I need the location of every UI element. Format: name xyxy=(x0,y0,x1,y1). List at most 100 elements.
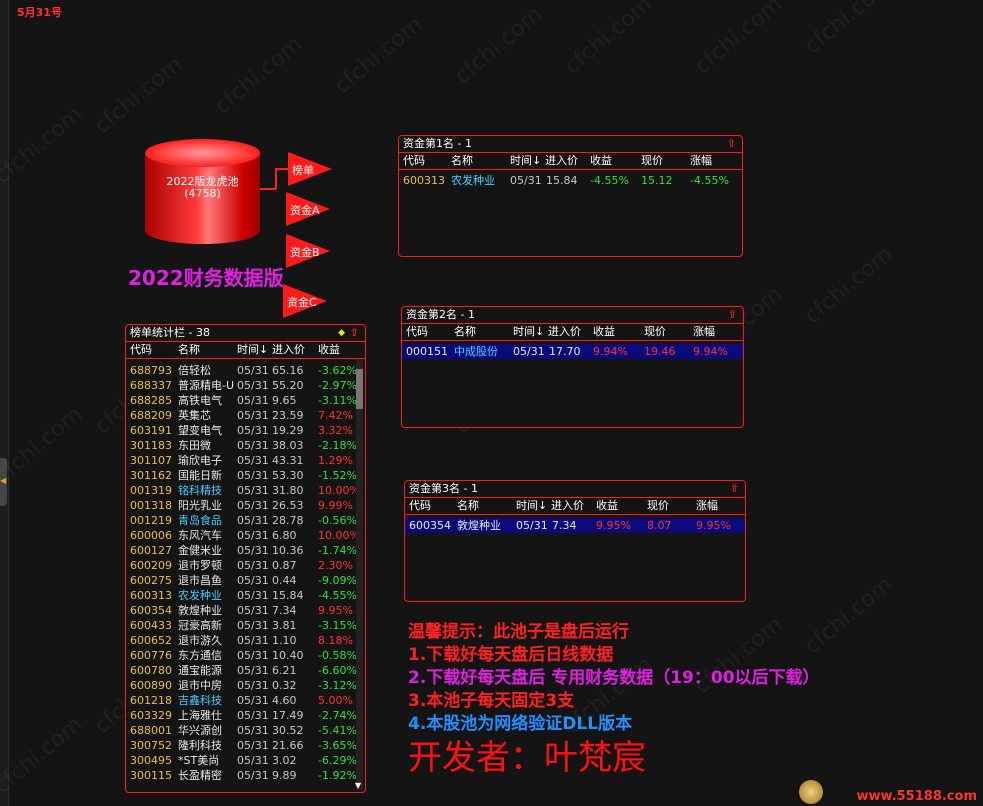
table-row[interactable]: 603191 望变电气 05/31 19.29 3.32% xyxy=(126,423,365,438)
col-time[interactable]: 时间↓ xyxy=(516,498,547,514)
col-change[interactable]: 涨幅 xyxy=(693,324,715,340)
stock-name: 退市昌鱼 xyxy=(178,574,222,587)
col-name[interactable]: 名称 xyxy=(457,498,479,514)
pool-cylinder[interactable]: 2022版龙虎池 (4758) xyxy=(145,139,260,244)
table-row[interactable]: 300495 *ST美尚 05/31 3.02 -6.29% xyxy=(126,753,365,768)
tip-heading: 温馨提示：此池子是盘后运行 xyxy=(408,622,629,642)
stock-name: 普源精电-U xyxy=(178,379,235,392)
table-row[interactable]: 600780 通宝能源 05/31 6.21 -6.60% xyxy=(126,663,365,678)
table-row[interactable]: 600275 退市昌鱼 05/31 0.44 -9.09% xyxy=(126,573,365,588)
entry-time: 05/31 xyxy=(237,679,269,692)
col-price[interactable]: 进入价 xyxy=(272,342,305,358)
stock-code: 600006 xyxy=(130,529,172,542)
table-row[interactable]: 001219 青岛食品 05/31 28.78 -0.56% xyxy=(126,513,365,528)
table-row[interactable]: 600354 敦煌种业 05/31 7.34 9.95% xyxy=(126,603,365,618)
entry-time: 05/31 xyxy=(237,664,269,677)
col-now[interactable]: 现价 xyxy=(647,498,669,514)
col-code[interactable]: 代码 xyxy=(130,342,152,358)
table-row[interactable]: 600127 金健米业 05/31 10.36 -1.74% xyxy=(126,543,365,558)
tip-2: 2.下载好每天盘后 专用财务数据（19：00以后下载） xyxy=(408,668,820,688)
entry-price: 55.20 xyxy=(272,379,304,392)
table-row[interactable]: 601218 吉鑫科技 05/31 4.60 5.00% xyxy=(126,693,365,708)
table-row[interactable]: 300115 长盈精密 05/31 9.89 -1.92% xyxy=(126,768,365,783)
scrollbar-thumb[interactable] xyxy=(356,369,363,409)
up-arrow-icon[interactable]: ⇧ xyxy=(730,481,739,497)
table-row[interactable]: 688793 倍轻松 05/31 65.16 -3.62% xyxy=(126,363,365,378)
table-row[interactable]: 688337 普源精电-U 05/31 55.20 -2.97% xyxy=(126,378,365,393)
up-arrow-icon[interactable]: ⇧ xyxy=(350,325,359,341)
stock-name: 华兴源创 xyxy=(178,724,222,737)
up-arrow-icon[interactable]: ⇧ xyxy=(728,307,737,323)
flag-fund-a[interactable]: 资金A xyxy=(286,192,330,226)
col-name[interactable]: 名称 xyxy=(178,342,200,358)
table-row[interactable]: 688285 高铁电气 05/31 9.65 -3.11% xyxy=(126,393,365,408)
table-row[interactable]: 001319 铭科精技 05/31 31.80 10.00% xyxy=(126,483,365,498)
col-time[interactable]: 时间↓ xyxy=(513,324,544,340)
entry-time: 05/31 xyxy=(237,604,269,617)
ranking-panel[interactable]: 榜单统计栏 - 38 ◆ ⇧ 代码 名称 时间↓ 进入价 收益 688793 倍轻… xyxy=(125,324,366,793)
table-row[interactable]: 301183 东田微 05/31 38.03 -2.18% xyxy=(126,438,365,453)
stock-code: 603191 xyxy=(130,424,172,437)
entry-price: 31.80 xyxy=(272,484,304,497)
return-value: 9.99% xyxy=(318,499,353,512)
ranking-scrollbar[interactable]: ▼ xyxy=(355,359,363,790)
col-name[interactable]: 名称 xyxy=(454,324,476,340)
fund-panel-3[interactable]: 资金第3名 - 1 ⇧ 代码 名称 时间↓ 进入价 收益 现价 涨幅 60035… xyxy=(404,480,746,602)
return-value: -6.60% xyxy=(318,664,357,677)
col-time[interactable]: 时间↓ xyxy=(510,153,541,169)
col-change[interactable]: 涨幅 xyxy=(690,153,712,169)
fund-panel-2[interactable]: 资金第2名 - 1 ⇧ 代码 名称 时间↓ 进入价 收益 现价 涨幅 00015… xyxy=(401,306,744,428)
col-name[interactable]: 名称 xyxy=(451,153,473,169)
table-row[interactable]: 600776 东方通信 05/31 10.40 -0.58% xyxy=(126,648,365,663)
table-row[interactable]: 603329 上海雅仕 05/31 17.49 -2.74% xyxy=(126,708,365,723)
up-arrow-icon[interactable]: ⇧ xyxy=(727,136,736,152)
col-time[interactable]: 时间↓ xyxy=(237,342,268,358)
fund-panel-3-row[interactable]: 600354 敦煌种业 05/31 7.34 9.95% 8.07 9.95% xyxy=(405,518,745,533)
side-collapse-tab[interactable]: ◀ xyxy=(0,458,7,506)
entry-price: 43.31 xyxy=(272,454,304,467)
stock-code: 688001 xyxy=(130,724,172,737)
col-return[interactable]: 收益 xyxy=(590,153,612,169)
return-value: 3.32% xyxy=(318,424,353,437)
flag-fund-b[interactable]: 资金B xyxy=(286,234,330,268)
col-return[interactable]: 收益 xyxy=(593,324,615,340)
entry-price: 15.84 xyxy=(272,589,304,602)
table-row[interactable]: 600890 退市中房 05/31 0.32 -3.12% xyxy=(126,678,365,693)
table-row[interactable]: 300752 隆利科技 05/31 21.66 -3.65% xyxy=(126,738,365,753)
flag-ranking[interactable]: 榜单 xyxy=(288,152,332,186)
table-row[interactable]: 688209 英集芯 05/31 23.59 7.42% xyxy=(126,408,365,423)
table-row[interactable]: 600652 退市游久 05/31 1.10 8.18% xyxy=(126,633,365,648)
return-value: 10.00% xyxy=(318,484,360,497)
fund-panel-1[interactable]: 资金第1名 - 1 ⇧ 代码 名称 时间↓ 进入价 收益 现价 涨幅 60031… xyxy=(398,135,743,257)
table-row[interactable]: 301107 瑜欣电子 05/31 43.31 1.29% xyxy=(126,453,365,468)
scroll-down-icon[interactable]: ▼ xyxy=(355,781,361,790)
col-return[interactable]: 收益 xyxy=(596,498,618,514)
stock-name: 上海雅仕 xyxy=(178,709,222,722)
ranking-rows: 688793 倍轻松 05/31 65.16 -3.62% 688337 普源精电-U 05/… xyxy=(126,359,365,783)
table-row[interactable]: 600006 东风汽车 05/31 6.80 10.00% xyxy=(126,528,365,543)
col-price[interactable]: 进入价 xyxy=(545,153,578,169)
stock-name: 东方通信 xyxy=(178,649,222,662)
col-code[interactable]: 代码 xyxy=(403,153,425,169)
table-row[interactable]: 600313 农发种业 05/31 15.84 -4.55% xyxy=(126,588,365,603)
flag-fund-c[interactable]: 资金C xyxy=(283,284,327,318)
diamond-icon[interactable]: ◆ xyxy=(338,325,345,341)
col-now[interactable]: 现价 xyxy=(644,324,666,340)
stock-name: 吉鑫科技 xyxy=(178,694,222,707)
col-code[interactable]: 代码 xyxy=(406,324,428,340)
stock-name: 国能日新 xyxy=(178,469,222,482)
col-return[interactable]: 收益 xyxy=(318,342,340,358)
col-change[interactable]: 涨幅 xyxy=(696,498,718,514)
col-now[interactable]: 现价 xyxy=(641,153,663,169)
table-row[interactable]: 001318 阳光乳业 05/31 26.53 9.99% xyxy=(126,498,365,513)
watermark-text: cfchi.com xyxy=(690,0,788,80)
table-row[interactable]: 688001 华兴源创 05/31 30.52 -5.41% xyxy=(126,723,365,738)
table-row[interactable]: 301162 国能日新 05/31 53.30 -1.52% xyxy=(126,468,365,483)
fund-panel-1-row[interactable]: 600313 农发种业 05/31 15.84 -4.55% 15.12 -4.… xyxy=(399,173,742,188)
table-row[interactable]: 600209 退市罗顿 05/31 0.87 2.30% xyxy=(126,558,365,573)
table-row[interactable]: 600433 冠豪高新 05/31 3.81 -3.15% xyxy=(126,618,365,633)
col-price[interactable]: 进入价 xyxy=(551,498,584,514)
col-price[interactable]: 进入价 xyxy=(548,324,581,340)
col-code[interactable]: 代码 xyxy=(409,498,431,514)
fund-panel-2-row[interactable]: 000151 中成股份 05/31 17.70 9.94% 19.46 9.94… xyxy=(402,344,743,359)
